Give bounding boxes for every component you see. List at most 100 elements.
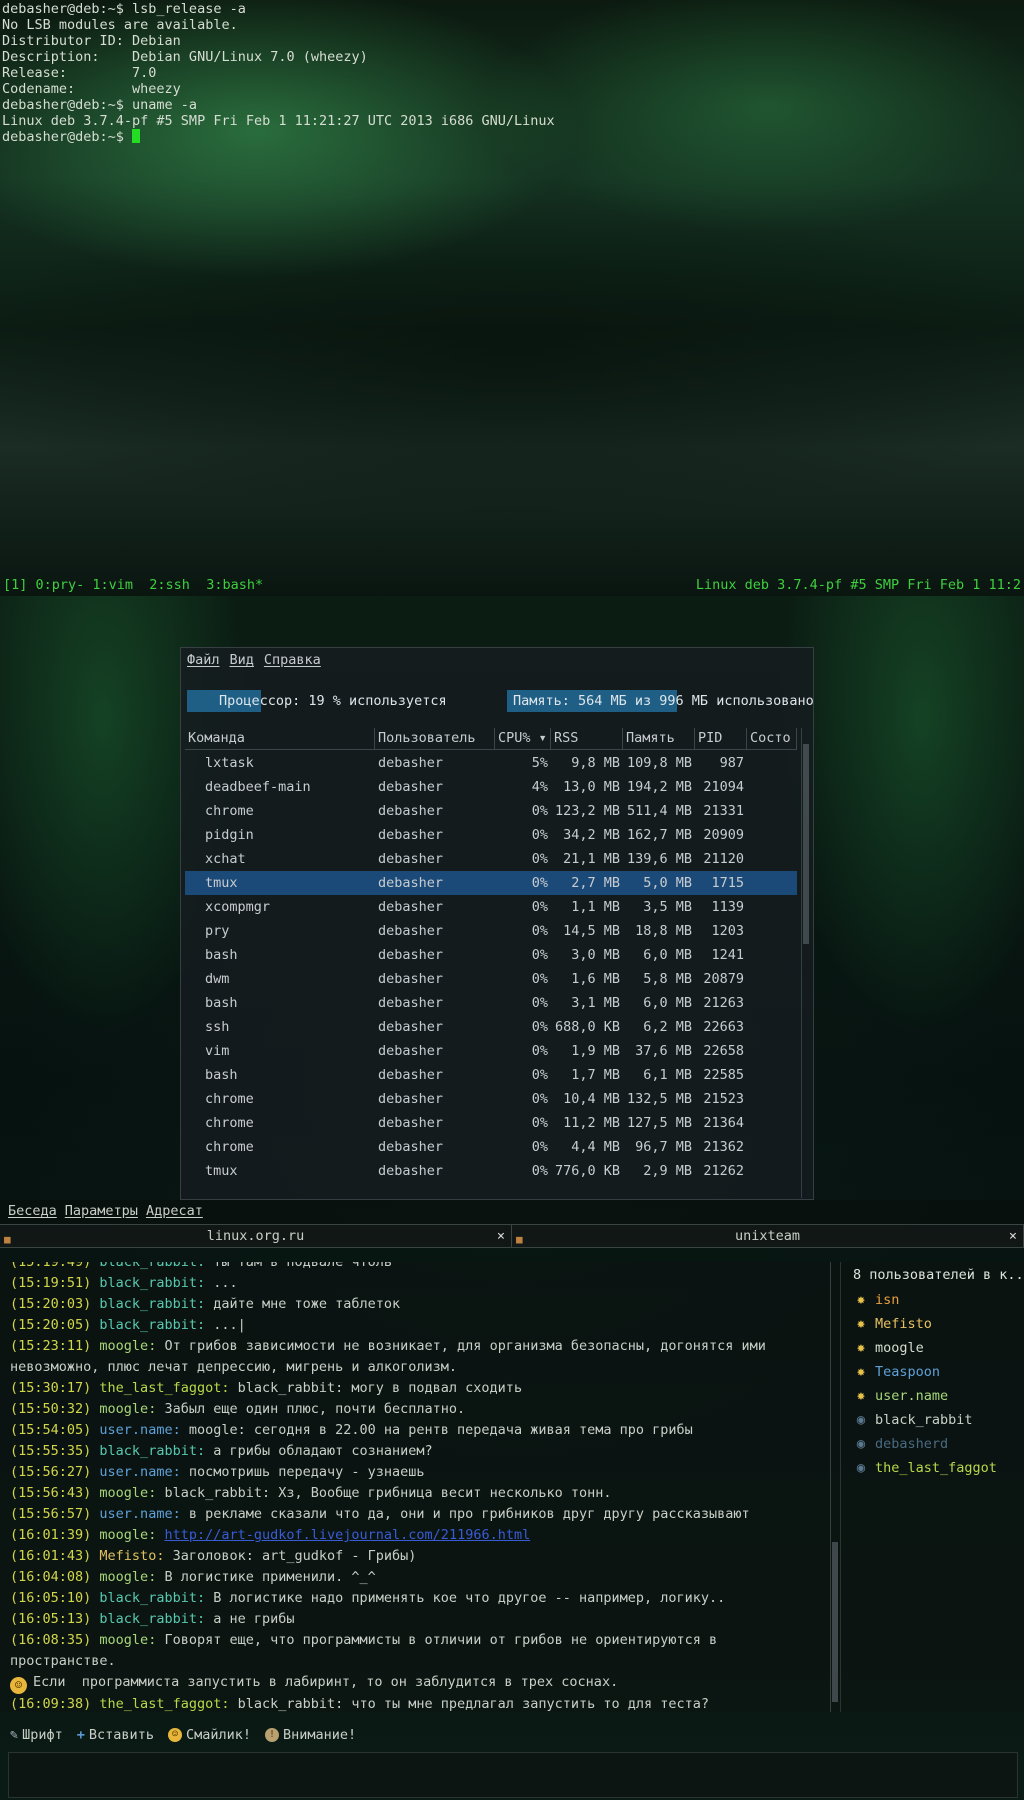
tmux-window-list[interactable]: [1] 0:pry- 1:vim 2:ssh 3:bash*	[3, 576, 263, 594]
user-list-item[interactable]: ✸ isn	[853, 1288, 1024, 1312]
process-row[interactable]: ssh debasher 0% 688,0 KB 6,2 MB 22663	[185, 1015, 797, 1039]
process-memory: 194,2 MB	[626, 779, 692, 795]
process-state	[747, 751, 797, 775]
user-list-item[interactable]: ✸ user.name	[853, 1384, 1024, 1408]
process-user: debasher	[378, 875, 444, 891]
column-cpu[interactable]: CPU% ▾	[495, 728, 551, 749]
message-nick[interactable]: moogle:	[99, 1338, 156, 1354]
message-timestamp: (15:20:03)	[10, 1296, 92, 1312]
message-nick[interactable]: black_rabbit:	[99, 1590, 205, 1606]
message-timestamp: (16:05:10)	[10, 1590, 92, 1606]
font-button[interactable]: ✎ Шрифт	[10, 1725, 63, 1745]
message-nick[interactable]: the_last_faggot:	[99, 1380, 229, 1396]
process-cpu: 0%	[531, 1115, 548, 1131]
process-command: tmux	[205, 1163, 238, 1179]
column-pid[interactable]: PID	[695, 728, 747, 749]
process-row[interactable]: tmux debasher 0% 2,7 MB 5,0 MB 1715	[185, 871, 797, 895]
user-list-item[interactable]: ✸ Mefisto	[853, 1312, 1024, 1336]
tab-unixteam[interactable]: ■ unixteam ×	[512, 1225, 1024, 1247]
column-command[interactable]: Команда	[185, 728, 375, 749]
message-nick[interactable]: black_rabbit:	[99, 1262, 205, 1270]
process-pid: 22585	[703, 1067, 744, 1083]
message-nick[interactable]: the_last_faggot:	[99, 1696, 229, 1712]
message-link[interactable]: http://art-gudkof.livejournal.com/211966…	[164, 1527, 530, 1543]
message-nick[interactable]: black_rabbit:	[99, 1611, 205, 1627]
scrollbar-thumb[interactable]	[832, 1542, 838, 1702]
process-row[interactable]: bash debasher 0% 3,1 MB 6,0 MB 21263	[185, 991, 797, 1015]
process-row[interactable]: xchat debasher 0% 21,1 MB 139,6 MB 21120	[185, 847, 797, 871]
message-nick[interactable]: black_rabbit:	[99, 1443, 205, 1459]
process-table-scrollbar[interactable]	[801, 728, 809, 1198]
user-list-item[interactable]: ◉ black_rabbit	[853, 1408, 1024, 1432]
message-nick[interactable]: user.name:	[99, 1422, 180, 1438]
menu-view[interactable]: Вид	[230, 652, 254, 674]
message-nick[interactable]: moogle:	[99, 1569, 156, 1585]
process-row[interactable]: deadbeef-main debasher 4% 13,0 MB 194,2 MB 21…	[185, 775, 797, 799]
menu-help[interactable]: Справка	[264, 652, 321, 674]
menu-conversation[interactable]: Беседа	[8, 1203, 57, 1221]
message-nick[interactable]: user.name:	[99, 1464, 180, 1480]
message-nick[interactable]: black_rabbit:	[99, 1317, 205, 1333]
process-state	[747, 847, 797, 871]
user-list-item[interactable]: ◉ the_last_faggot	[853, 1456, 1024, 1480]
message-nick[interactable]: black_rabbit:	[99, 1275, 205, 1291]
menu-recipient[interactable]: Адресат	[146, 1203, 203, 1221]
close-icon[interactable]: ×	[1009, 1225, 1017, 1247]
message-nick[interactable]: moogle:	[99, 1401, 156, 1417]
message-nick[interactable]: moogle:	[99, 1485, 156, 1501]
process-user: debasher	[378, 779, 444, 795]
chat-message: (15:56:57) user.name: в рекламе сказали …	[10, 1504, 830, 1525]
process-state	[747, 943, 797, 967]
message-nick[interactable]: black_rabbit:	[99, 1296, 205, 1312]
process-row[interactable]: chrome debasher 0% 11,2 MB 127,5 MB 21364	[185, 1111, 797, 1135]
process-row[interactable]: bash debasher 0% 1,7 MB 6,1 MB 22585	[185, 1063, 797, 1087]
process-pid: 21523	[703, 1091, 744, 1107]
column-rss[interactable]: RSS	[551, 728, 623, 749]
attention-button[interactable]: ! Внимание!	[264, 1725, 356, 1745]
process-cpu: 0%	[531, 971, 548, 987]
process-row[interactable]: xcompmgr debasher 0% 1,1 MB 3,5 MB 1139	[185, 895, 797, 919]
user-list-item[interactable]: ✸ Teaspoon	[853, 1360, 1024, 1384]
compose-toolbar: ✎ Шрифт + Вставить ☺ Смайлик! ! Внимание!	[0, 1722, 1024, 1748]
task-manager-window[interactable]: Файл Вид Справка Процессор: 19 % использ…	[180, 647, 814, 1200]
process-row[interactable]: vim debasher 0% 1,9 MB 37,6 MB 22658	[185, 1039, 797, 1063]
xchat-window[interactable]: Беседа Параметры Адресат ■ linux.org.ru …	[0, 1200, 1024, 1800]
process-row[interactable]: bash debasher 0% 3,0 MB 6,0 MB 1241	[185, 943, 797, 967]
terminal-window[interactable]: debasher@deb:~$ lsb_release -a No LSB mod…	[0, 0, 1024, 596]
process-row[interactable]: pidgin debasher 0% 34,2 MB 162,7 MB 20909	[185, 823, 797, 847]
message-input[interactable]	[8, 1752, 1018, 1798]
column-state[interactable]: Состо	[747, 728, 797, 749]
smiley-button[interactable]: ☺ Смайлик!	[167, 1725, 251, 1745]
message-log[interactable]: (15:19:49) black_rabbit: ты там в подвал…	[0, 1262, 840, 1712]
insert-button[interactable]: + Вставить	[77, 1725, 154, 1745]
message-text: Заголовок: art_gudkof - Грибы)	[164, 1548, 417, 1564]
menu-file[interactable]: Файл	[187, 652, 220, 674]
scrollbar-thumb[interactable]	[803, 744, 809, 944]
message-nick[interactable]: user.name:	[99, 1506, 180, 1522]
column-memory[interactable]: Память	[623, 728, 695, 749]
close-icon[interactable]: ×	[497, 1225, 505, 1247]
process-row[interactable]: chrome debasher 0% 10,4 MB 132,5 MB 21523	[185, 1087, 797, 1111]
process-rss: 123,2 MB	[554, 803, 620, 819]
process-row[interactable]: lxtask debasher 5% 9,8 MB 109,8 MB 987	[185, 751, 797, 775]
message-text: дайте мне тоже таблеток	[205, 1296, 401, 1312]
memory-meter: Память: 564 МБ из 996 МБ использовано	[507, 690, 814, 712]
tab-label: linux.org.ru	[206, 1228, 305, 1244]
column-user[interactable]: Пользователь	[375, 728, 495, 749]
tab-linux-org-ru[interactable]: ■ linux.org.ru ×	[0, 1225, 512, 1247]
user-list-item[interactable]: ✸ moogle	[853, 1336, 1024, 1360]
message-nick[interactable]: moogle:	[99, 1527, 156, 1543]
message-timestamp: (15:23:11)	[10, 1338, 92, 1354]
process-row[interactable]: chrome debasher 0% 4,4 MB 96,7 MB 21362	[185, 1135, 797, 1159]
menu-options[interactable]: Параметры	[65, 1203, 138, 1221]
message-nick[interactable]: moogle:	[99, 1632, 156, 1648]
message-log-scrollbar[interactable]	[830, 1262, 838, 1712]
process-row[interactable]: dwm debasher 0% 1,6 MB 5,8 MB 20879	[185, 967, 797, 991]
process-row[interactable]: pry debasher 0% 14,5 MB 18,8 MB 1203	[185, 919, 797, 943]
user-list-item[interactable]: ◉ debasherd	[853, 1432, 1024, 1456]
process-row[interactable]: chrome debasher 0% 123,2 MB 511,4 MB 21331	[185, 799, 797, 823]
message-nick[interactable]: Mefisto:	[99, 1548, 164, 1564]
process-rss: 11,2 MB	[563, 1115, 620, 1131]
process-row[interactable]: tmux debasher 0% 776,0 KB 2,9 MB 21262	[185, 1159, 797, 1183]
process-pid: 21364	[703, 1115, 744, 1131]
